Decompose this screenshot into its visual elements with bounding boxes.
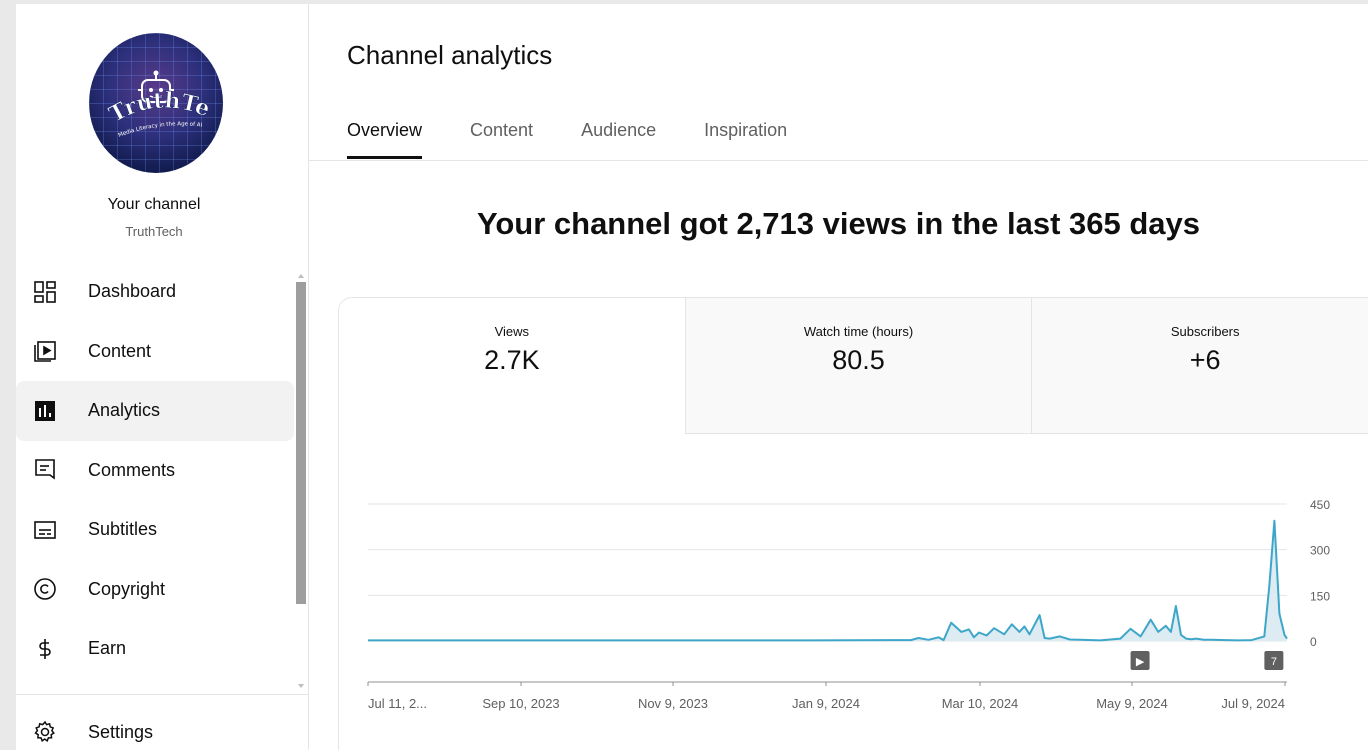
sidebar-item-subtitles[interactable]: Subtitles xyxy=(16,500,296,560)
sidebar-item-earn[interactable]: Earn xyxy=(16,619,296,679)
tab-content[interactable]: Content xyxy=(470,120,533,159)
x-tick-label: Jul 11, 2... xyxy=(368,696,427,711)
avatar-subtitle: Media Literacy in the Age of AI xyxy=(118,121,203,138)
tabs-divider xyxy=(309,160,1368,161)
x-tick-label: Sep 10, 2023 xyxy=(482,696,559,711)
sidebar-item-label: Comments xyxy=(88,459,176,480)
sidebar-divider xyxy=(16,694,308,695)
sidebar-item-label: Copyright xyxy=(88,578,166,599)
sidebar-item-dashboard[interactable]: Dashboard xyxy=(16,262,296,322)
x-tick-label: Jan 9, 2024 xyxy=(792,696,860,711)
x-tick-label: May 9, 2024 xyxy=(1096,696,1168,711)
metric-tabs: Views 2.7K Watch time (hours) 80.5 Subsc… xyxy=(339,298,1368,434)
tab-audience[interactable]: Audience xyxy=(581,120,656,159)
gear-icon xyxy=(32,719,58,745)
summary-headline: Your channel got 2,713 views in the last… xyxy=(476,206,1201,241)
sidebar: TruthTech Media Literacy in the Age of A… xyxy=(16,4,309,750)
sidebar-item-analytics[interactable]: Analytics xyxy=(16,381,294,441)
y-tick-label: 300 xyxy=(1310,544,1330,558)
sidebar-nav: Dashboard Content Analytics Comments Sub… xyxy=(16,262,296,679)
sidebar-item-content[interactable]: Content xyxy=(16,322,296,382)
marker-label: ▶ xyxy=(1136,656,1145,668)
sidebar-item-label: Earn xyxy=(88,638,127,659)
tab-inspiration[interactable]: Inspiration xyxy=(704,120,787,159)
svg-text:Media Literacy in the Age of A: Media Literacy in the Age of AI xyxy=(118,121,203,138)
metric-name: Watch time (hours) xyxy=(803,324,914,339)
chart-marker: ▶ xyxy=(1130,651,1150,670)
channel-avatar[interactable]: TruthTech Media Literacy in the Age of A… xyxy=(89,33,223,173)
sidebar-item-copyright[interactable]: Copyright xyxy=(16,560,296,620)
tab-overview[interactable]: Overview xyxy=(347,120,423,159)
metric-name: Views xyxy=(494,324,530,339)
scrollbar-thumb[interactable] xyxy=(296,282,306,604)
sidebar-item-label: Dashboard xyxy=(88,281,177,302)
dashboard-icon xyxy=(32,279,58,305)
main-panel: Channel analytics Overview Content Audie… xyxy=(309,4,1368,750)
metric-value: 2.7K xyxy=(484,345,540,375)
analytics-card: Views 2.7K Watch time (hours) 80.5 Subsc… xyxy=(338,297,1368,750)
metric-value: +6 xyxy=(1189,345,1221,375)
y-tick-label: 150 xyxy=(1310,589,1330,603)
series-line xyxy=(368,519,1288,642)
metric-name: Subscribers xyxy=(1170,324,1240,339)
subtitles-icon xyxy=(32,517,58,543)
page-title: Channel analytics xyxy=(347,40,553,70)
x-tick-label: Mar 10, 2024 xyxy=(942,696,1019,711)
metric-views[interactable]: Views 2.7K xyxy=(339,298,686,434)
content-icon xyxy=(32,338,58,364)
scroll-up-arrow-icon[interactable] xyxy=(298,274,304,278)
channel-handle: TruthTech xyxy=(125,224,183,239)
metric-value: 80.5 xyxy=(832,345,885,375)
sidebar-item-label: Content xyxy=(88,340,152,361)
comments-icon xyxy=(32,457,58,483)
views-chart[interactable]: 450 300 150 0 ▶ 7 Jul 11, 2... Sep 10, 2023 Nov … xyxy=(339,466,1368,750)
sidebar-item-comments[interactable]: Comments xyxy=(16,441,296,501)
metric-subscribers[interactable]: Subscribers +6 xyxy=(1032,298,1368,434)
scroll-down-arrow-icon[interactable] xyxy=(298,684,304,688)
sidebar-item-label: Analytics xyxy=(88,400,161,421)
channel-label: Your channel xyxy=(107,196,201,213)
y-tick-label: 0 xyxy=(1310,635,1317,649)
y-tick-label: 450 xyxy=(1310,498,1330,512)
copyright-icon xyxy=(32,576,58,602)
sidebar-item-label: Subtitles xyxy=(88,519,158,540)
avatar-logo-icon: TruthTech Media Literacy in the Age of A… xyxy=(89,33,214,139)
x-tick-label: Jul 9, 2024 xyxy=(1221,696,1285,711)
marker-label: 7 xyxy=(1271,656,1277,668)
earn-icon xyxy=(32,636,58,662)
sidebar-item-settings[interactable]: Settings xyxy=(16,708,296,750)
metric-watch-time[interactable]: Watch time (hours) 80.5 xyxy=(685,298,1033,434)
chart-marker: 7 xyxy=(1264,651,1284,670)
tab-bar: Overview Content Audience Inspiration xyxy=(347,120,787,159)
analytics-icon xyxy=(32,398,58,424)
settings-label: Settings xyxy=(88,721,154,742)
x-tick-label: Nov 9, 2023 xyxy=(638,696,708,711)
sidebar-scrollbar[interactable] xyxy=(296,274,306,694)
